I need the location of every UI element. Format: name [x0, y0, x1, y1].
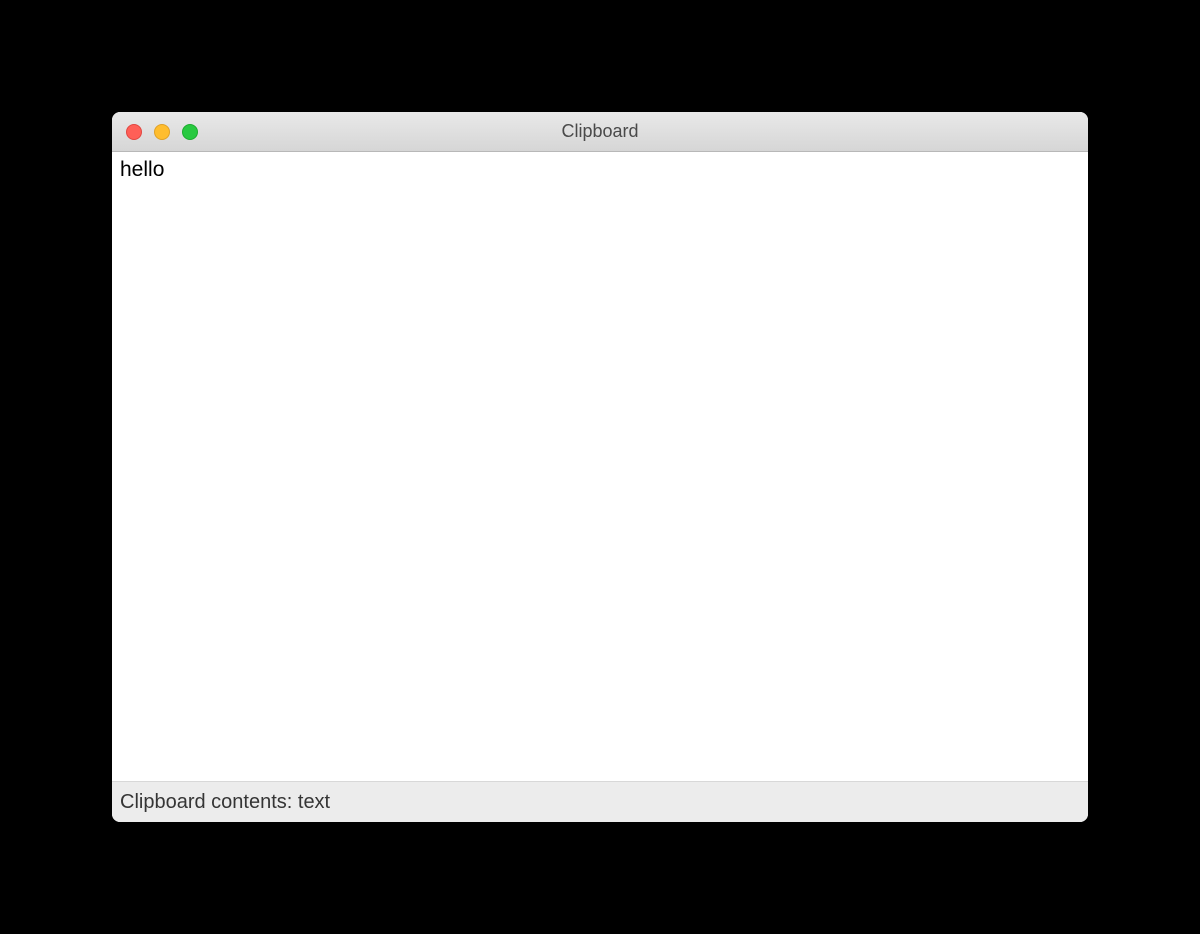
content-area[interactable]: hello — [112, 152, 1088, 782]
app-window: Clipboard hello Clipboard contents: text — [112, 112, 1088, 822]
status-text: Clipboard contents: text — [120, 791, 330, 814]
close-icon[interactable] — [126, 124, 142, 140]
content-text: hello — [120, 158, 1080, 182]
traffic-lights — [126, 124, 198, 140]
titlebar[interactable]: Clipboard — [112, 112, 1088, 152]
minimize-icon[interactable] — [154, 124, 170, 140]
window-title: Clipboard — [112, 121, 1088, 142]
maximize-icon[interactable] — [182, 124, 198, 140]
status-bar: Clipboard contents: text — [112, 782, 1088, 822]
